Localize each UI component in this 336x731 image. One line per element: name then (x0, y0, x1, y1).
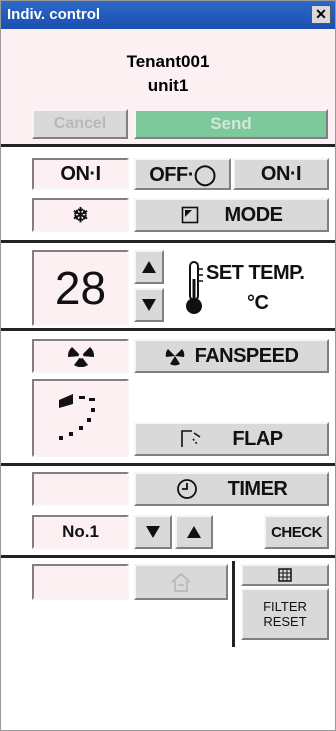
on-status-indicator: ON·I (32, 158, 129, 190)
filter-house-icon (171, 572, 191, 592)
timer-button[interactable]: TIMER (134, 472, 329, 506)
off-label: OFF·◯ (149, 163, 216, 186)
timer-number-display: No.1 (32, 515, 129, 549)
grid-icon (278, 568, 292, 582)
divider (1, 240, 335, 243)
timer-up-button[interactable] (175, 515, 213, 549)
filter-sign-button (134, 564, 228, 600)
thermometer-icon (186, 261, 203, 314)
clock-icon (176, 479, 197, 499)
on-button[interactable]: ON·I (233, 158, 329, 190)
fan-icon (165, 349, 184, 366)
filter-reset-line1: FILTER (263, 599, 307, 614)
fanspeed-label: FANSPEED (194, 344, 299, 367)
send-button[interactable]: Send (134, 109, 328, 139)
flap-indicator (32, 379, 129, 457)
flap-icon (181, 430, 201, 447)
filter-status-display (32, 564, 129, 600)
tenant-name: Tenant001 (126, 52, 210, 71)
on-status-label: ON·I (60, 162, 101, 185)
temp-up-button[interactable] (134, 250, 164, 284)
timer-down-button[interactable] (134, 515, 172, 549)
mode-button[interactable]: MODE (134, 198, 329, 232)
cancel-label: Cancel (53, 115, 107, 132)
divider (1, 463, 335, 466)
cancel-button[interactable]: Cancel (32, 109, 128, 139)
triangle-up-icon (187, 526, 201, 538)
title-bar: Indiv. control ✕ (1, 1, 335, 29)
filter-indicator-button (241, 564, 329, 586)
divider (1, 555, 335, 558)
unit-name: unit1 (147, 76, 189, 95)
mode-label: MODE (224, 203, 284, 226)
flap-position-icon (58, 394, 95, 440)
divider (1, 328, 335, 331)
window-title: Indiv. control (7, 6, 101, 23)
snowflake-icon: ❄ (72, 204, 89, 227)
mode-indicator: ❄ (32, 198, 129, 232)
off-button[interactable]: OFF·◯ (134, 158, 231, 190)
set-temp-label: SET TEMP. (206, 262, 305, 284)
check-label: CHECK (271, 523, 322, 541)
timer-display (32, 472, 129, 506)
divider (1, 144, 335, 147)
triangle-up-icon (142, 261, 156, 273)
send-label: Send (210, 114, 252, 133)
temp-down-button[interactable] (134, 288, 164, 322)
temperature-value: 28 (54, 262, 107, 314)
timer-number: No.1 (62, 522, 99, 541)
flap-label: FLAP (232, 427, 283, 450)
triangle-down-icon (142, 299, 156, 311)
flap-button[interactable]: FLAP (134, 422, 329, 456)
divider (232, 561, 235, 647)
close-button[interactable]: ✕ (311, 5, 331, 24)
filter-reset-button[interactable]: FILTER RESET (241, 588, 329, 640)
filter-reset-line2: RESET (263, 614, 307, 629)
fan-speed-high-icon (67, 347, 94, 367)
on-label: ON·I (260, 162, 302, 185)
temp-unit-label: °C (247, 292, 269, 314)
temperature-display: 28 (32, 250, 129, 326)
check-button[interactable]: CHECK (264, 515, 329, 549)
fanspeed-indicator (32, 339, 129, 373)
timer-label: TIMER (227, 477, 288, 500)
triangle-down-icon (146, 526, 160, 538)
mode-icon (181, 206, 198, 224)
fanspeed-button[interactable]: FANSPEED (134, 339, 329, 373)
indiv-control-window: Indiv. control ✕ Tenant001 unit1 Cancel … (0, 0, 336, 731)
header-panel: Tenant001 unit1 Cancel Send (1, 29, 335, 145)
